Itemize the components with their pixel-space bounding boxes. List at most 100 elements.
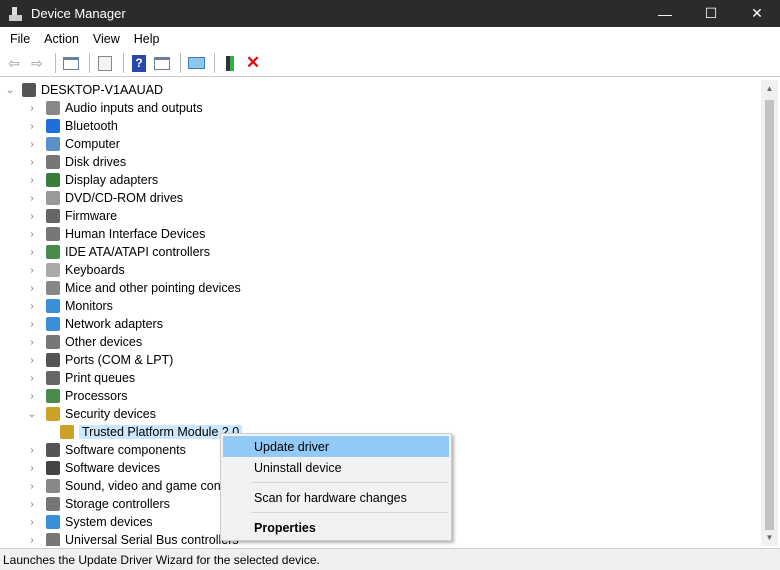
tree-item[interactable]: › Storage controllers xyxy=(26,495,170,513)
tree-item-label: Print queues xyxy=(65,371,136,385)
tree-item[interactable]: › Computer xyxy=(26,135,120,153)
chevron-right-icon[interactable]: › xyxy=(26,319,38,330)
toolbar: ⇦ ⇨ ? ✕ xyxy=(0,50,780,77)
scroll-thumb[interactable] xyxy=(765,100,774,530)
tree-item[interactable]: › Monitors xyxy=(26,297,113,315)
menu-help[interactable]: Help xyxy=(127,32,167,46)
tree-item-label: Security devices xyxy=(65,407,157,421)
device-category-icon xyxy=(46,515,60,529)
scroll-up-icon[interactable]: ▲ xyxy=(761,80,778,97)
menu-item-properties[interactable]: Properties xyxy=(223,517,449,538)
device-category-icon xyxy=(46,245,60,259)
tree-item-label: Disk drives xyxy=(65,155,127,169)
tree-item[interactable]: › Network adapters xyxy=(26,315,163,333)
device-category-icon xyxy=(46,191,60,205)
tree-item[interactable]: › Audio inputs and outputs xyxy=(26,99,203,117)
tree-item-label: Storage controllers xyxy=(65,497,170,511)
chevron-right-icon[interactable]: › xyxy=(26,463,38,474)
tree-item[interactable]: › Software components xyxy=(26,441,186,459)
scan-hardware-icon[interactable] xyxy=(186,53,206,73)
tree-item[interactable]: › Bluetooth xyxy=(26,117,118,135)
chevron-right-icon[interactable]: › xyxy=(26,373,38,384)
tree-item[interactable]: ⌄ Security devices xyxy=(26,405,156,423)
chevron-down-icon[interactable]: ⌄ xyxy=(26,409,38,420)
forward-icon[interactable]: ⇨ xyxy=(27,53,47,73)
device-category-icon xyxy=(46,335,60,349)
chevron-right-icon[interactable]: › xyxy=(26,499,38,510)
tree-item-label: Display adapters xyxy=(65,173,159,187)
tree-item-label: Monitors xyxy=(65,299,113,313)
close-button[interactable]: ✕ xyxy=(734,0,780,27)
tree-item[interactable]: › Human Interface Devices xyxy=(26,225,205,243)
chevron-right-icon[interactable]: › xyxy=(26,391,38,402)
tree-item[interactable]: › DVD/CD-ROM drives xyxy=(26,189,183,207)
device-category-icon xyxy=(46,533,60,546)
tree-item[interactable]: › System devices xyxy=(26,513,153,531)
chevron-right-icon[interactable]: › xyxy=(26,445,38,456)
tree-item[interactable]: › IDE ATA/ATAPI controllers xyxy=(26,243,210,261)
scroll-down-icon[interactable]: ▼ xyxy=(761,529,778,546)
menu-file[interactable]: File xyxy=(3,32,37,46)
minimize-button[interactable]: — xyxy=(642,0,688,27)
tree-item-label: Universal Serial Bus controllers xyxy=(65,533,239,546)
chevron-right-icon[interactable]: › xyxy=(26,211,38,222)
tree-item[interactable]: › Software devices xyxy=(26,459,160,477)
tree-item-label: Software components xyxy=(65,443,186,457)
show-hide-console-tree-icon[interactable] xyxy=(61,53,81,73)
help-icon[interactable]: ? xyxy=(129,53,149,73)
menu-item-scan-hardware[interactable]: Scan for hardware changes xyxy=(223,487,449,508)
chevron-right-icon[interactable]: › xyxy=(26,121,38,132)
vertical-scrollbar[interactable]: ▲ ▼ xyxy=(761,80,778,546)
chevron-right-icon[interactable]: › xyxy=(26,265,38,276)
chevron-right-icon[interactable]: › xyxy=(26,355,38,366)
chevron-right-icon[interactable]: › xyxy=(26,337,38,348)
device-category-icon xyxy=(46,101,60,115)
chevron-right-icon[interactable]: › xyxy=(26,247,38,258)
menu-item-update-driver[interactable]: Update driver xyxy=(223,436,449,457)
tree-item[interactable]: › Ports (COM & LPT) xyxy=(26,351,173,369)
tree-item[interactable]: › Display adapters xyxy=(26,171,158,189)
tree-item-label: DVD/CD-ROM drives xyxy=(65,191,184,205)
menu-action[interactable]: Action xyxy=(37,32,86,46)
menu-item-uninstall-device[interactable]: Uninstall device xyxy=(223,457,449,478)
tree-item[interactable]: › Universal Serial Bus controllers xyxy=(26,531,239,546)
chevron-right-icon[interactable]: › xyxy=(26,229,38,240)
device-category-icon xyxy=(46,299,60,313)
device-category-icon xyxy=(46,263,60,277)
tree-item[interactable]: › Firmware xyxy=(26,207,117,225)
chevron-right-icon[interactable]: › xyxy=(26,139,38,150)
uninstall-icon[interactable]: ✕ xyxy=(243,53,263,73)
chevron-right-icon[interactable]: › xyxy=(26,517,38,528)
tree-item[interactable]: › Keyboards xyxy=(26,261,125,279)
tree-root[interactable]: ⌄ DESKTOP-V1AAUAD xyxy=(4,81,163,99)
device-category-icon xyxy=(46,173,60,187)
tree-item[interactable]: › Other devices xyxy=(26,333,142,351)
chevron-right-icon[interactable]: › xyxy=(26,193,38,204)
chevron-right-icon[interactable]: › xyxy=(26,301,38,312)
chevron-right-icon[interactable]: › xyxy=(26,103,38,114)
chevron-right-icon[interactable]: › xyxy=(26,175,38,186)
chevron-right-icon[interactable]: › xyxy=(26,283,38,294)
menu-separator xyxy=(251,512,448,513)
tree-item[interactable]: › Disk drives xyxy=(26,153,126,171)
tree-item[interactable]: › Processors xyxy=(26,387,128,405)
device-category-icon xyxy=(46,497,60,511)
chevron-right-icon[interactable]: › xyxy=(26,535,38,546)
menu-view[interactable]: View xyxy=(86,32,127,46)
device-category-icon xyxy=(46,281,60,295)
tree-item[interactable]: › Print queues xyxy=(26,369,135,387)
update-driver-icon[interactable] xyxy=(220,53,240,73)
properties-icon[interactable] xyxy=(95,53,115,73)
action-pane-icon[interactable] xyxy=(152,53,172,73)
tree-item-selected[interactable]: Trusted Platform Module 2.0 xyxy=(54,423,243,441)
tree-item[interactable]: › Mice and other pointing devices xyxy=(26,279,241,297)
device-category-icon xyxy=(46,119,60,133)
menu-separator xyxy=(251,482,448,483)
device-category-icon xyxy=(46,209,60,223)
title-bar: Device Manager — ☐ ✕ xyxy=(0,0,780,27)
chevron-down-icon[interactable]: ⌄ xyxy=(4,85,16,96)
chevron-right-icon[interactable]: › xyxy=(26,157,38,168)
back-icon[interactable]: ⇦ xyxy=(4,53,24,73)
chevron-right-icon[interactable]: › xyxy=(26,481,38,492)
maximize-button[interactable]: ☐ xyxy=(688,0,734,27)
